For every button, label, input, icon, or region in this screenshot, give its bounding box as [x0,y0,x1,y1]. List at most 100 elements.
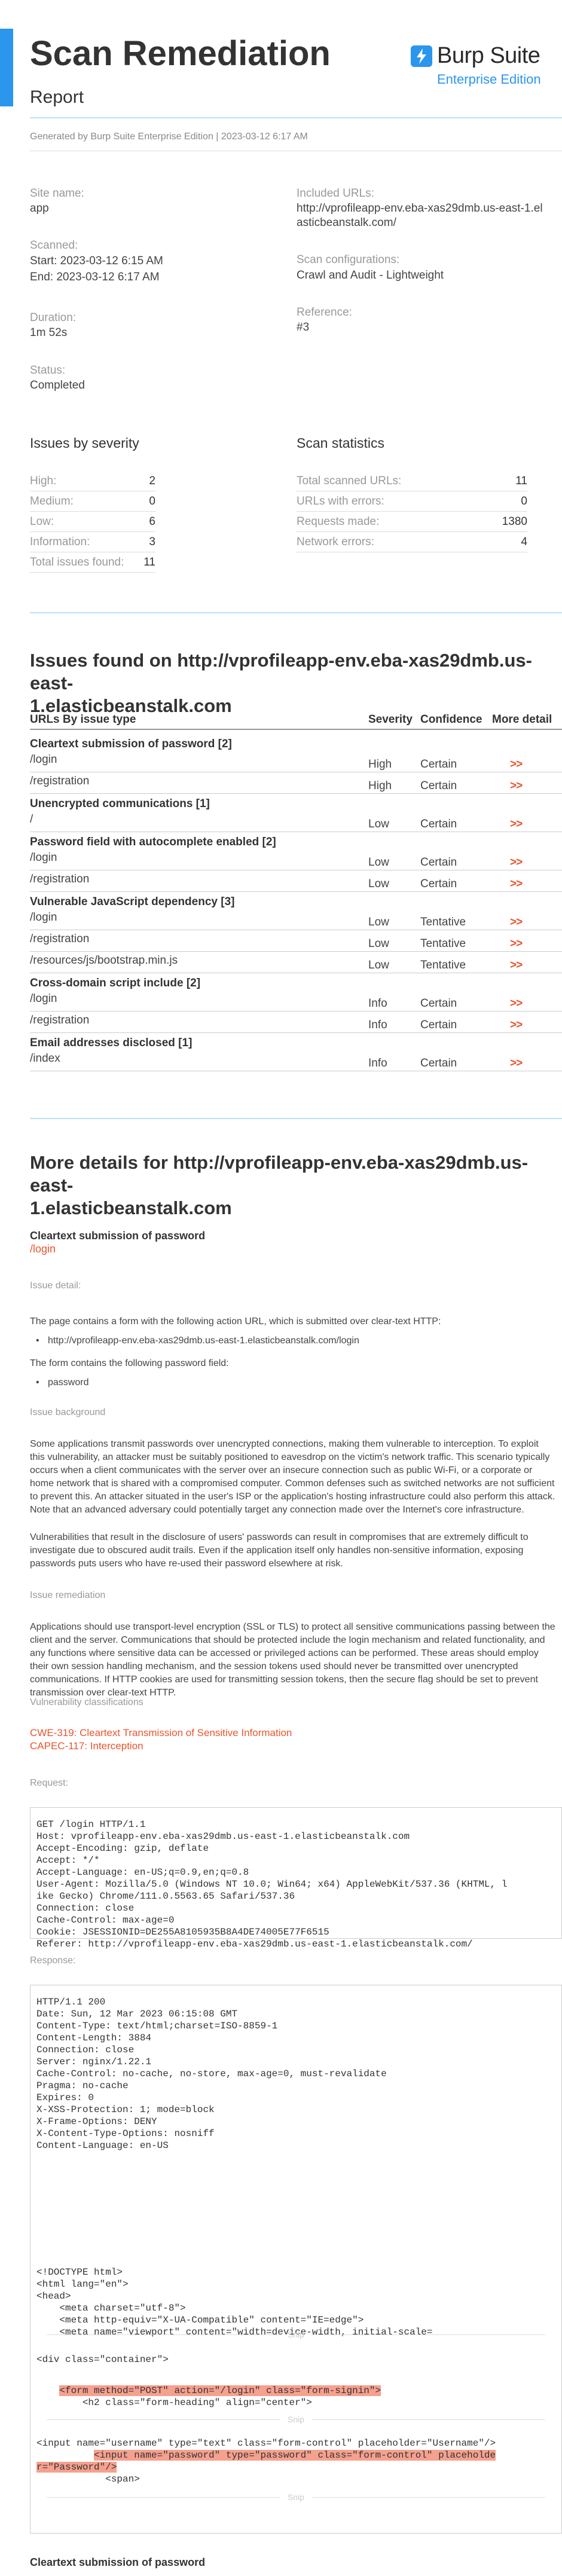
issue-confidence: Certain [420,856,457,869]
vulnerability-classifications-label: Vulnerability classifications [30,1697,143,1707]
issue-severity: High [368,758,392,771]
request-label: Request: [30,1778,69,1788]
severity-row-value: 11 [143,556,155,569]
table-row: /resources/js/bootstrap.min.js Low Tentati… [30,952,562,973]
statistics-row-label: Requests made: [297,515,380,528]
more-detail-link[interactable]: >> [510,780,523,793]
response-code-block: HTTP/1.1 200 Date: Sun, 12 Mar 2023 06:1… [30,1985,562,2534]
issue-confidence: Certain [420,1057,457,1069]
issue-remediation-label: Issue remediation [30,1590,106,1600]
severity-row-value: 0 [149,495,155,508]
issue-url: /login [30,911,57,924]
statistics-row-value: 4 [521,536,527,548]
more-detail-link[interactable]: >> [510,818,523,831]
next-issue-title: Cleartext submission of password [30,2556,206,2568]
report-subtitle: Report [30,87,84,107]
scan-statistics-heading: Scan statistics [297,435,384,451]
more-details-heading: More details for http://vprofileapp-env.… [30,1151,556,1220]
classification-cwe-link[interactable]: CWE-319: Cleartext Transmission of Sensi… [30,1727,292,1739]
issue-detail-label: Issue detail: [30,1281,81,1291]
response-label: Response: [30,1955,76,1966]
response-form-line: <form method="POST" action="/login" clas… [36,2385,381,2397]
statistics-row-label: URLs with errors: [297,495,384,508]
statistics-row-label: Network errors: [297,536,374,548]
issue-severity: Low [368,818,389,830]
request-text: GET /login HTTP/1.1 Host: vprofileapp-en… [36,1819,508,1949]
issue-group-title: Vulnerable JavaScript dependency [3] [30,896,235,908]
issue-severity: High [368,780,392,792]
issue-confidence: Tentative [420,937,466,950]
response-h2-line: <h2 class="form-heading" align="center"> [36,2397,312,2408]
statistics-row: Network errors: 4 [297,532,527,552]
issue-confidence: Certain [420,878,457,890]
included-urls-label: Included URLs: [297,187,374,200]
issue-url: /login [30,992,57,1005]
col-urls-by-issue: URLs By issue type [30,713,136,726]
more-detail-link[interactable]: >> [510,997,523,1010]
response-body-container: <div class="container"> [36,2354,169,2365]
issues-by-severity-heading: Issues by severity [30,435,139,451]
site-name-label: Site name: [30,187,84,200]
issue-detail-url: http://vprofileapp-env.eba-xas29dmb.us-e… [36,1336,359,1346]
scan-config-label: Scan configurations: [297,253,400,266]
issue-title: Cleartext submission of password [30,1230,206,1242]
statistics-row-value: 0 [521,495,527,508]
divider [30,612,562,613]
highlighted-password-input-end: r="Password"/> [36,2462,117,2473]
table-row: /registration Low Tentative >> [30,930,562,952]
logo-edition: Enterprise Edition [437,72,541,87]
response-body-head: <!DOCTYPE html> <html lang="en"> <head> … [36,2267,433,2337]
issue-path-link[interactable]: /login [30,1243,56,1255]
issue-remediation-text: Applications should use transport-level … [30,1622,555,1698]
statistics-row: Requests made: 1380 [297,512,527,532]
issue-severity: Low [368,916,389,928]
header-accent-bar [0,29,13,106]
issue-group-title: Email addresses disclosed [1] [30,1037,193,1049]
severity-row-label: Low: [30,515,54,528]
table-row: /login Low Tentative >> [30,909,562,930]
more-detail-link[interactable]: >> [510,1019,523,1032]
issue-severity: Low [368,878,389,890]
severity-row-value: 3 [149,536,155,548]
more-detail-link[interactable]: >> [510,878,523,891]
more-details-heading-line1: More details for http://vprofileapp-env.… [30,1152,529,1196]
table-row: /index Info Certain >> [30,1050,562,1071]
table-row: / Low Certain >> [30,811,562,832]
response-span-line: <span> [36,2474,140,2485]
issues-found-heading-line1: Issues found on http://vprofileapp-env.e… [30,650,532,693]
issue-url: /registration [30,933,90,945]
severity-row-label: Medium: [30,495,74,508]
more-details-heading-line2: 1.elasticbeanstalk.com [30,1197,232,1218]
more-detail-link[interactable]: >> [510,937,523,951]
issue-background-label: Issue background [30,1407,106,1417]
site-name-value: app [30,202,49,215]
issues-found-heading: Issues found on http://vprofileapp-env.e… [30,649,556,717]
severity-row: High: 2 [30,471,155,491]
included-urls-line2: asticbeanstalk.com/ [297,216,396,229]
statistics-row: URLs with errors: 0 [297,491,527,512]
scanned-label: Scanned: [30,239,78,252]
logo-name: Burp Suite [437,43,540,68]
issue-group-title: Cross-domain script include [2] [30,977,201,989]
highlighted-form-tag: <form method="POST" action="/login" clas… [59,2385,381,2396]
status-label: Status: [30,364,66,377]
issue-url: / [30,813,33,826]
response-headers: HTTP/1.1 200 Date: Sun, 12 Mar 2023 06:1… [36,1997,387,2151]
issue-group-title: Password field with autocomplete enabled… [30,836,276,848]
statistics-row-label: Total scanned URLs: [297,475,402,487]
issue-confidence: Certain [420,780,457,792]
statistics-row-value: 11 [515,475,527,487]
scan-config-value: Crawl and Audit - Lightweight [297,269,444,282]
more-detail-link[interactable]: >> [510,959,523,972]
table-row: /registration Info Certain >> [30,1012,562,1033]
issue-confidence: Tentative [420,916,466,928]
more-detail-link[interactable]: >> [510,758,523,771]
classification-capec-link[interactable]: CAPEC-117: Interception [30,1740,143,1752]
more-detail-link[interactable]: >> [510,856,523,869]
more-detail-link[interactable]: >> [510,916,523,929]
issue-confidence: Tentative [420,959,466,971]
issue-confidence: Certain [420,997,457,1010]
issue-detail-text-2: The form contains the following password… [30,1358,229,1368]
response-input-password-line2: r="Password"/> [36,2461,117,2473]
more-detail-link[interactable]: >> [510,1057,523,1070]
